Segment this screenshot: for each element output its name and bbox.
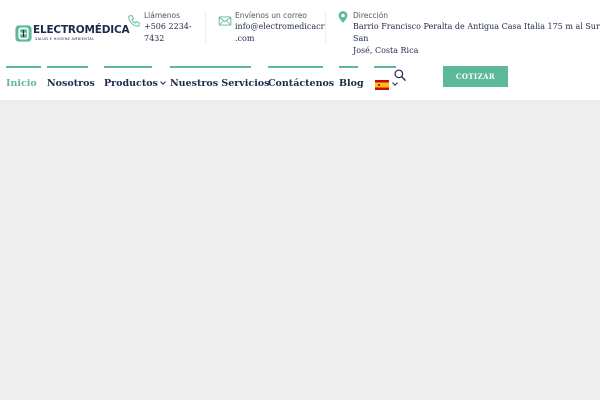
- address-label: Dirección: [353, 11, 389, 20]
- main-nav: Inicio Nosotros Productos Nuestros Servi…: [0, 66, 600, 100]
- nav-label: Inicio: [6, 78, 37, 89]
- nav-item-productos[interactable]: Productos: [104, 66, 166, 100]
- nav-indicator: [104, 66, 152, 68]
- contact-phone[interactable]: Llámenos +506 2234- 7432: [127, 11, 192, 45]
- nav-indicator: [170, 66, 251, 68]
- email-address-line1: info@electromedicacr: [235, 22, 325, 31]
- phone-number-line1: +506 2234-: [144, 22, 192, 31]
- nav-item-nosotros[interactable]: Nosotros: [47, 66, 95, 100]
- cotizar-button[interactable]: COTIZAR: [443, 66, 508, 87]
- nav-item-contactenos[interactable]: Contáctenos: [268, 66, 334, 100]
- chevron-down-icon: [160, 79, 166, 85]
- nav-item-inicio[interactable]: Inicio: [6, 66, 41, 100]
- nav-indicator: [339, 66, 358, 68]
- nav-label: Nosotros: [47, 78, 95, 89]
- nav-label: Blog: [339, 78, 364, 89]
- logo-icon: [15, 25, 32, 42]
- header-divider: [325, 11, 326, 43]
- email-address-line2: .com: [235, 34, 255, 43]
- logo-tagline: SALUD E HIGIENE AMBIENTAL: [35, 36, 95, 41]
- nav-label: Nuestros Servicios: [170, 78, 270, 89]
- envelope-icon: [218, 16, 232, 26]
- search-icon[interactable]: [393, 68, 407, 82]
- phone-label: Llámenos: [144, 11, 181, 20]
- logo-name: ELECTROMÉDICA: [33, 24, 130, 37]
- nav-indicator: [6, 66, 41, 68]
- address-line1: Barrio Francisco Peralta de Antigua Casa…: [353, 22, 600, 43]
- nav-label: Productos: [104, 78, 158, 89]
- nav-indicator: [47, 66, 88, 68]
- content-area: [0, 100, 600, 400]
- phone-number-line2: 7432: [144, 34, 165, 43]
- contact-email[interactable]: Envíenos un correo info@electromedicacr …: [218, 11, 324, 45]
- nav-indicator: [268, 66, 323, 68]
- site-logo[interactable]: ELECTROMÉDICA SALUD E HIGIENE AMBIENTAL: [15, 24, 130, 42]
- contact-address[interactable]: Dirección Barrio Francisco Peralta de An…: [336, 11, 600, 57]
- nav-item-blog[interactable]: Blog: [339, 66, 364, 100]
- spain-flag-icon: [375, 80, 389, 90]
- email-label: Envíenos un correo: [235, 11, 307, 20]
- nav-item-nuestros-servicios[interactable]: Nuestros Servicios: [170, 66, 270, 100]
- header-divider: [205, 11, 206, 43]
- map-pin-icon: [338, 11, 348, 23]
- address-line2: José, Costa Rica: [353, 46, 419, 55]
- phone-icon: [128, 15, 140, 27]
- nav-label: Contáctenos: [268, 78, 335, 89]
- header-top: ELECTROMÉDICA SALUD E HIGIENE AMBIENTAL …: [0, 0, 600, 66]
